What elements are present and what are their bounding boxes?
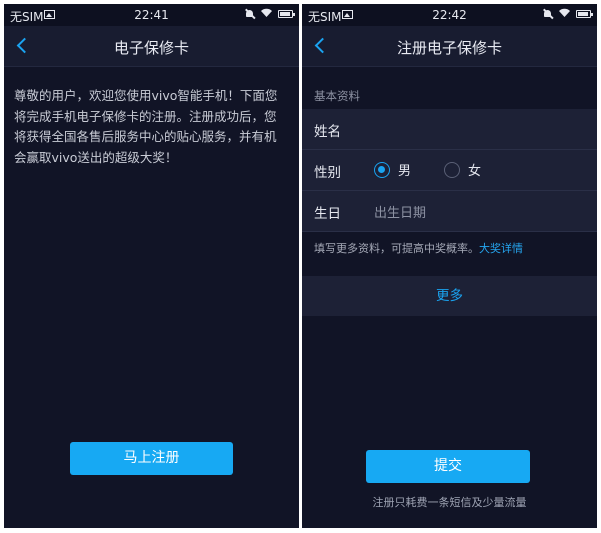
gender-male-option[interactable]: 男: [374, 160, 411, 179]
status-icons: [543, 8, 593, 20]
mute-icon: [245, 9, 255, 19]
hint-message: 填写更多资料，可提高中奖概率。: [314, 242, 479, 255]
sms-cost-note: 注册只耗费一条短信及少量流量: [372, 496, 527, 509]
gender-female-label: 女: [468, 164, 482, 179]
intro-text: 尊敬的用户，欢迎您使用vivo智能手机！下面您将完成手机电子保修卡的注册。注册成…: [14, 88, 278, 165]
wifi-icon: [558, 8, 571, 20]
page-title: 注册电子保修卡: [396, 39, 502, 57]
gender-label: 性别: [314, 165, 341, 181]
register-now-button[interactable]: 马上注册: [70, 442, 233, 475]
status-bar: 无SIM 22:42: [302, 4, 597, 26]
submit-button[interactable]: 提交: [366, 450, 530, 483]
warranty-intro-screen: 无SIM 22:41 电子保修卡 尊敬的用户，欢迎您使用vivo智能手机！下面您…: [4, 4, 299, 528]
battery-icon: [278, 10, 295, 18]
nav-bar: 注册电子保修卡: [302, 26, 597, 67]
mute-icon: [543, 9, 553, 19]
nav-bar: 电子保修卡: [4, 26, 299, 67]
warranty-register-screen: 无SIM 22:42 注册电子保修卡 基本资料 姓名 性别 男 女 生日 出生日…: [302, 4, 597, 528]
birthday-field: 生日 出生日期: [302, 191, 597, 232]
status-bar: 无SIM 22:41: [4, 4, 299, 26]
birthday-label: 生日: [314, 206, 341, 222]
gender-male-label: 男: [398, 164, 412, 179]
prize-details-link[interactable]: 大奖详情: [479, 242, 523, 255]
birthday-input[interactable]: 出生日期: [374, 202, 426, 221]
gender-field: 性别 男 女: [302, 150, 597, 191]
status-icons: [245, 8, 295, 20]
gender-female-option[interactable]: 女: [444, 160, 481, 179]
hint-text: 填写更多资料，可提高中奖概率。大奖详情: [314, 240, 523, 256]
battery-icon: [576, 10, 593, 18]
section-title-basic-info: 基本资料: [314, 89, 360, 103]
wifi-icon: [260, 8, 273, 20]
radio-unselected-icon: [444, 161, 460, 178]
radio-selected-icon: [374, 161, 390, 178]
name-field[interactable]: 姓名: [302, 109, 597, 150]
more-button[interactable]: 更多: [302, 276, 597, 316]
page-title: 电子保修卡: [113, 39, 189, 57]
name-label: 姓名: [314, 124, 341, 140]
